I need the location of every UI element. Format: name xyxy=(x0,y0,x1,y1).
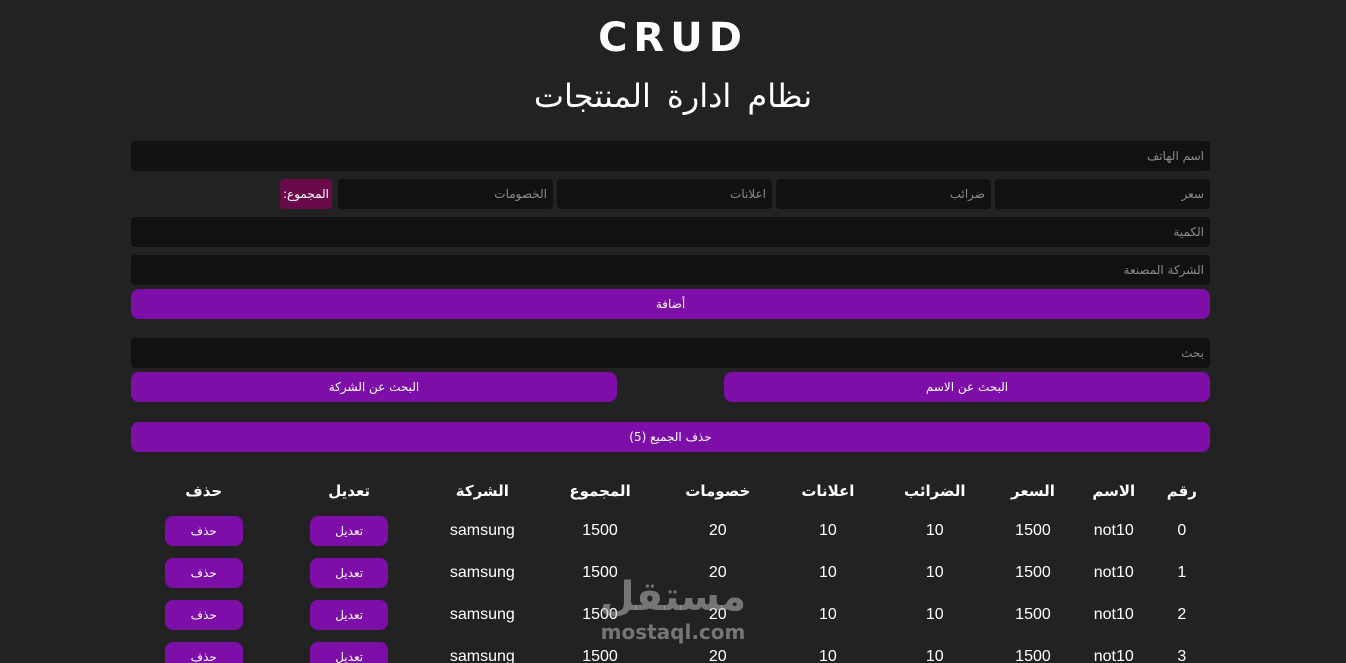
header-id: رقم xyxy=(1166,482,1197,500)
delete-all-button[interactable]: حذف الجميع (5) xyxy=(131,422,1210,452)
product-form: المجموع: أضافة xyxy=(131,141,1210,319)
category-input[interactable] xyxy=(131,255,1210,285)
cell-total: 1500 xyxy=(582,648,618,663)
title-input[interactable] xyxy=(131,141,1210,171)
table-header-row: رقم الاسم السعر الضرائب اعلانات خصومات ا… xyxy=(131,472,1210,510)
table-row: 2 not10 1500 10 10 20 1500 samsung تعديل… xyxy=(131,594,1210,636)
products-table: رقم الاسم السعر الضرائب اعلانات خصومات ا… xyxy=(131,472,1210,663)
cell-title: not10 xyxy=(1093,564,1134,581)
cell-update: تعديل xyxy=(276,552,421,594)
cell-category: samsung xyxy=(449,564,515,581)
cell-taxes: 10 xyxy=(925,564,944,581)
cell-id: 0 xyxy=(1177,522,1187,539)
cell-id: 1 xyxy=(1177,564,1187,581)
cell-ads: 10 xyxy=(818,648,837,663)
cell-price: 1500 xyxy=(1015,648,1051,663)
create-button[interactable]: أضافة xyxy=(131,289,1210,319)
update-button[interactable]: تعديل xyxy=(310,558,389,588)
cell-taxes: 10 xyxy=(925,606,944,623)
cell-taxes: 10 xyxy=(925,522,944,539)
cell-ads: 10 xyxy=(818,564,837,581)
cell-title: not10 xyxy=(1093,648,1134,663)
cell-discount: 20 xyxy=(708,606,727,623)
header-total: المجموع xyxy=(569,482,631,500)
cell-category: samsung xyxy=(449,648,515,663)
cell-discount: 20 xyxy=(708,522,727,539)
cell-ads: 10 xyxy=(818,522,837,539)
delete-button[interactable]: حذف xyxy=(164,642,243,663)
cell-category: samsung xyxy=(449,522,515,539)
cell-delete: حذف xyxy=(131,594,276,636)
delete-button[interactable]: حذف xyxy=(164,558,243,588)
header-delete: حذف xyxy=(185,482,223,500)
cell-delete: حذف xyxy=(131,552,276,594)
table-row: 1 not10 1500 10 10 20 1500 samsung تعديل… xyxy=(131,552,1210,594)
price-input[interactable] xyxy=(995,179,1210,209)
header-category: الشركة xyxy=(455,482,509,500)
search-buttons: البحث عن الاسم البحث عن الشركة xyxy=(131,372,1210,402)
header-title: الاسم xyxy=(1092,482,1136,500)
cell-total: 1500 xyxy=(582,564,618,581)
count-input[interactable] xyxy=(131,217,1210,247)
search-by-title-button[interactable]: البحث عن الاسم xyxy=(724,372,1210,402)
search-by-category-button[interactable]: البحث عن الشركة xyxy=(131,372,617,402)
cell-price: 1500 xyxy=(1015,606,1051,623)
cell-discount: 20 xyxy=(708,648,727,663)
cell-taxes: 10 xyxy=(925,648,944,663)
page: CRUD نظام ادارة المنتجات المجموع: أضافة … xyxy=(0,0,1346,663)
search-block: البحث عن الاسم البحث عن الشركة xyxy=(131,338,1210,402)
update-button[interactable]: تعديل xyxy=(310,642,389,663)
cell-discount: 20 xyxy=(708,564,727,581)
cell-title: not10 xyxy=(1093,606,1134,623)
app-subtitle: نظام ادارة المنتجات xyxy=(533,77,813,115)
cell-update: تعديل xyxy=(276,636,421,663)
cell-category: samsung xyxy=(449,606,515,623)
ads-input[interactable] xyxy=(557,179,772,209)
header-taxes: الضرائب xyxy=(903,482,966,500)
search-input[interactable] xyxy=(131,338,1210,368)
update-button[interactable]: تعديل xyxy=(310,516,389,546)
cell-ads: 10 xyxy=(818,606,837,623)
header-ads: اعلانات xyxy=(801,482,855,500)
cell-update: تعديل xyxy=(276,594,421,636)
total-badge: المجموع: xyxy=(279,179,332,209)
cell-total: 1500 xyxy=(582,522,618,539)
header-discount: خصومات xyxy=(685,482,751,500)
update-button[interactable]: تعديل xyxy=(310,600,389,630)
delete-button[interactable]: حذف xyxy=(164,600,243,630)
cell-delete: حذف xyxy=(131,510,276,552)
cell-update: تعديل xyxy=(276,510,421,552)
cell-total: 1500 xyxy=(582,606,618,623)
cell-delete: حذف xyxy=(131,636,276,663)
table-row: 3 not10 1500 10 10 20 1500 samsung تعديل… xyxy=(131,636,1210,663)
table-row: 0 not10 1500 10 10 20 1500 samsung تعديل… xyxy=(131,510,1210,552)
header-update: تعديل xyxy=(328,482,371,500)
discount-input[interactable] xyxy=(338,179,553,209)
cell-title: not10 xyxy=(1093,522,1134,539)
cell-id: 3 xyxy=(1177,648,1187,663)
delete-button[interactable]: حذف xyxy=(164,516,243,546)
header-price: السعر xyxy=(1011,482,1055,500)
price-row: المجموع: xyxy=(131,179,1210,209)
cell-price: 1500 xyxy=(1015,522,1051,539)
taxes-input[interactable] xyxy=(776,179,991,209)
cell-price: 1500 xyxy=(1015,564,1051,581)
cell-id: 2 xyxy=(1177,606,1187,623)
app-title: CRUD xyxy=(598,15,748,61)
